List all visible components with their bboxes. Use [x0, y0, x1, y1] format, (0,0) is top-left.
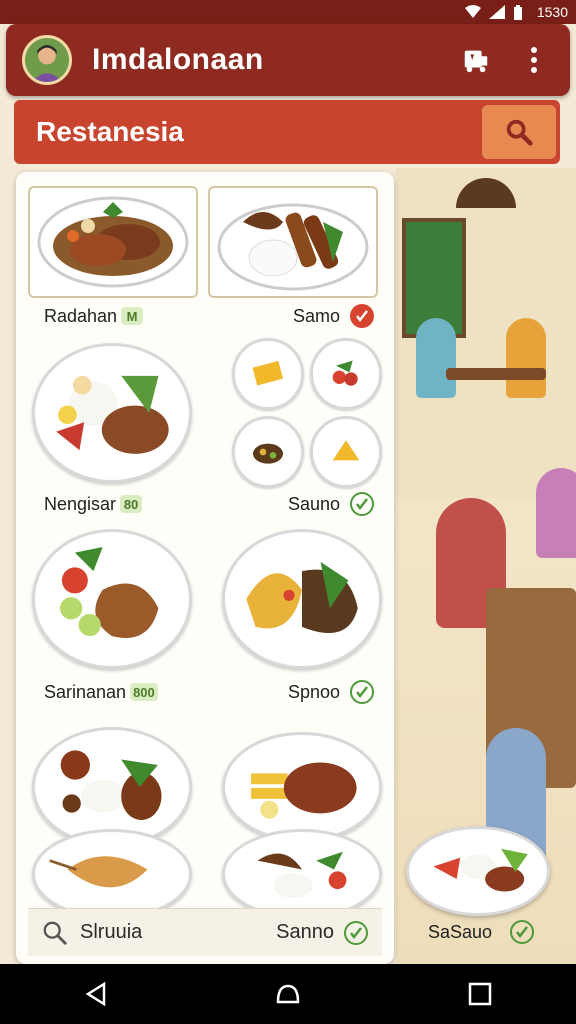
- menu-item-name: Sarinanan: [44, 681, 127, 702]
- scene-diner: [506, 318, 546, 398]
- app-bar: Imdalonaan: [6, 24, 570, 96]
- menu-item-name: Samo: [292, 305, 340, 326]
- search-icon: [506, 119, 533, 146]
- menu-row-1: [32, 338, 382, 488]
- footer-search-label: Slruuia: [80, 921, 143, 943]
- recents-icon: [468, 982, 492, 1006]
- menu-row-5: [32, 829, 382, 919]
- side-dishes: [232, 338, 382, 488]
- dish-plate[interactable]: [222, 732, 382, 842]
- menu-item[interactable]: Sauno: [288, 492, 374, 516]
- side-menu-item-name: SaSauo: [428, 921, 493, 942]
- menu-item[interactable]: Sarinanan 800: [44, 682, 158, 703]
- menu-item[interactable]: Samo: [293, 304, 374, 328]
- side-dish-plate[interactable]: [232, 338, 304, 410]
- app-title: Imdalonaan: [92, 43, 264, 76]
- dish-thumbnail[interactable]: [28, 186, 198, 298]
- menu-item-name: Spnoo: [287, 681, 340, 702]
- dish-plate[interactable]: [222, 529, 382, 669]
- price-tag: 800: [130, 683, 158, 701]
- search-icon: [43, 921, 67, 945]
- more-options-icon[interactable]: [514, 40, 554, 80]
- featured-dishes: [28, 186, 378, 298]
- menu-item-name: Sauno: [287, 493, 340, 514]
- menu-item[interactable]: Radahan M: [44, 305, 144, 327]
- signal-icon: [488, 5, 505, 19]
- menu-item[interactable]: Spnoo: [288, 680, 374, 704]
- dish-plate[interactable]: [32, 529, 192, 669]
- scene-diner: [416, 318, 456, 398]
- check-icon[interactable]: [350, 680, 374, 704]
- selected-check-icon[interactable]: [350, 304, 374, 328]
- restaurant-name: Restanesia: [36, 116, 184, 147]
- side-menu-item[interactable]: SaSauo: [428, 920, 535, 944]
- status-bar: 1530: [0, 0, 576, 24]
- avatar[interactable]: [22, 35, 72, 85]
- scene-diner: [536, 468, 576, 558]
- price-tag: M: [121, 307, 144, 325]
- card-footer: Slruuia Sanno: [28, 908, 382, 956]
- dish-plate[interactable]: [406, 826, 550, 916]
- home-button[interactable]: [268, 974, 308, 1014]
- dish-thumbnail[interactable]: [208, 186, 378, 298]
- menu-row-3-labels: Sarinanan 800 Spnoo: [44, 680, 374, 704]
- footer-item[interactable]: Sanno: [276, 920, 368, 945]
- side-dish-plate[interactable]: [232, 416, 304, 488]
- menu-item[interactable]: Nengisar 80: [44, 493, 143, 515]
- battery-icon: [513, 5, 529, 20]
- menu-item-name: Nengisar: [44, 493, 117, 514]
- system-nav-bar: [0, 964, 576, 1024]
- dish-plate[interactable]: [32, 829, 192, 919]
- price-tag: 80: [120, 495, 143, 513]
- dish-plate[interactable]: [32, 343, 192, 483]
- side-dish-plate[interactable]: [310, 416, 382, 488]
- back-icon: [85, 981, 106, 1007]
- menu-row-2: [32, 524, 382, 674]
- home-icon: [276, 984, 300, 1004]
- delivery-icon[interactable]: [456, 40, 496, 80]
- footer-search[interactable]: Slruuia: [42, 920, 276, 946]
- check-icon[interactable]: [510, 920, 535, 944]
- dish-plate[interactable]: [222, 829, 382, 919]
- scene-table: [446, 368, 546, 380]
- restaurant-header: Restanesia: [14, 100, 560, 164]
- recents-button[interactable]: [460, 974, 500, 1014]
- menu-row-1-labels: Radahan M Samo: [44, 304, 374, 328]
- menu-item-name: Radahan: [44, 305, 118, 326]
- menu-card: Radahan M Samo Nengisar 80 Sauno Sarinan…: [16, 172, 394, 964]
- check-icon[interactable]: [344, 920, 368, 945]
- side-dish-plate[interactable]: [310, 338, 382, 410]
- search-button[interactable]: [482, 105, 556, 159]
- footer-item-label: Sanno: [276, 921, 334, 943]
- back-button[interactable]: [76, 974, 116, 1014]
- status-time: 1530: [536, 4, 568, 20]
- wifi-icon: [464, 5, 481, 19]
- check-icon[interactable]: [350, 492, 374, 516]
- menu-row-2-labels: Nengisar 80 Sauno: [44, 492, 374, 516]
